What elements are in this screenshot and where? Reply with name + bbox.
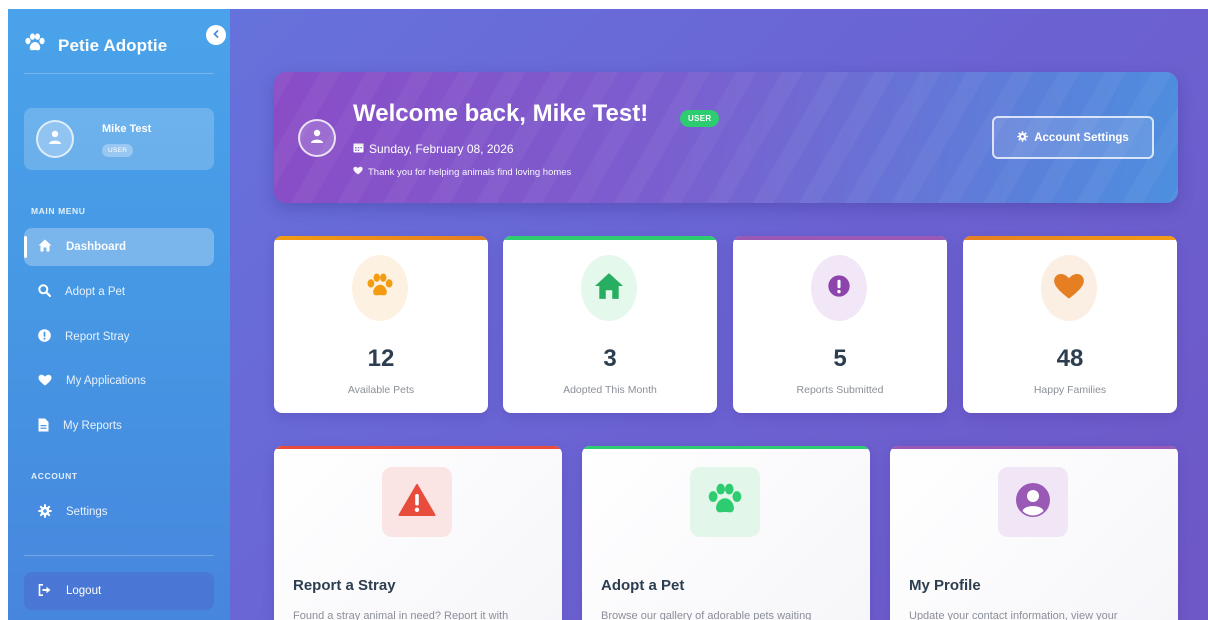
gear-icon [1017, 130, 1028, 145]
calendar-icon [353, 142, 364, 156]
account-settings-button[interactable]: Account Settings [992, 116, 1154, 159]
paw-icon [706, 483, 744, 522]
sidebar-item-my-reports[interactable]: My Reports [24, 407, 214, 445]
divider [24, 555, 214, 556]
paw-icon [365, 273, 395, 304]
card-accent-bar [582, 446, 870, 449]
stat-card-available-pets[interactable]: 12 Available Pets [274, 236, 488, 413]
logout-button[interactable]: Logout [24, 572, 214, 610]
sidebar-item-label: Dashboard [66, 241, 127, 253]
search-icon [38, 284, 52, 300]
logout-label: Logout [66, 585, 102, 597]
action-title: Report a Stray [293, 577, 396, 594]
action-title: Adopt a Pet [601, 577, 685, 594]
sidebar-item-my-applications[interactable]: My Applications [24, 362, 214, 400]
warning-icon [398, 483, 436, 522]
stat-icon-badge [352, 255, 408, 321]
sidebar-item-report-stray[interactable]: Report Stray [24, 318, 214, 356]
action-card-report-stray[interactable]: Report a Stray Found a stray animal in n… [274, 446, 562, 620]
gear-icon [38, 503, 52, 521]
exclamation-icon [828, 274, 850, 302]
card-accent-bar [274, 236, 488, 240]
card-accent-bar [503, 236, 717, 240]
brand-name: Petie Adoptie [58, 35, 168, 55]
stat-card-happy-families[interactable]: 48 Happy Families [963, 236, 1177, 413]
paw-icon [24, 33, 46, 58]
action-icon-badge [998, 467, 1068, 537]
action-icon-badge [382, 467, 452, 537]
stat-label: Adopted This Month [563, 384, 657, 396]
current-date: Sunday, February 08, 2026 [353, 142, 514, 156]
user-card[interactable]: Mike Test USER [24, 108, 214, 170]
action-card-adopt-a-pet[interactable]: Adopt a Pet Browse our gallery of adorab… [582, 446, 870, 620]
stat-label: Available Pets [347, 384, 415, 396]
divider [24, 73, 214, 74]
heart-icon [1053, 272, 1085, 305]
sidebar-item-label: My Reports [63, 420, 122, 432]
stat-value: 5 [833, 345, 847, 372]
role-badge: USER [680, 110, 720, 127]
welcome-banner: Welcome back, Mike Test! USER Sunday, Fe… [274, 72, 1178, 203]
home-icon [38, 239, 52, 255]
date-text: Sunday, February 08, 2026 [369, 142, 514, 156]
main-menu-label: MAIN MENU [31, 206, 86, 216]
stat-card-adopted-this-month[interactable]: 3 Adopted This Month [503, 236, 717, 413]
sidebar-item-dashboard[interactable]: Dashboard [24, 228, 214, 266]
brand[interactable]: Petie Adoptie [24, 33, 167, 58]
sign-out-icon [38, 583, 52, 599]
action-icon-badge [690, 467, 760, 537]
avatar [36, 120, 74, 158]
user-circle-icon [1015, 482, 1051, 523]
stat-value: 12 [367, 345, 395, 372]
sidebar: Petie Adoptie Mike Test USER MAIN MENU D… [8, 9, 230, 620]
stat-icon-badge [581, 255, 637, 321]
stat-value: 48 [1056, 345, 1084, 372]
welcome-note: Thank you for helping animals find lovin… [353, 166, 571, 178]
document-icon [38, 418, 49, 435]
sidebar-collapse-button[interactable] [206, 25, 226, 45]
action-title: My Profile [909, 577, 981, 594]
stat-label: Reports Submitted [796, 384, 884, 396]
action-description: Found a stray animal in need? Report it … [293, 610, 509, 620]
card-accent-bar [274, 446, 562, 449]
sidebar-item-label: Settings [66, 506, 108, 518]
sidebar-item-label: Adopt a Pet [65, 286, 126, 298]
account-label: ACCOUNT [31, 471, 78, 481]
stat-card-reports-submitted[interactable]: 5 Reports Submitted [733, 236, 947, 413]
action-description: Update your contact information, view yo… [909, 610, 1118, 620]
user-role-badge: USER [102, 144, 134, 157]
user-icon [309, 128, 325, 149]
stat-value: 3 [603, 345, 617, 372]
card-accent-bar [733, 236, 947, 240]
chevron-left-icon [211, 26, 221, 44]
sidebar-item-adopt-a-pet[interactable]: Adopt a Pet [24, 273, 214, 311]
stat-icon-badge [811, 255, 867, 321]
stat-label: Happy Families [1033, 384, 1107, 396]
page-title: Welcome back, Mike Test! [353, 100, 649, 127]
sidebar-item-settings[interactable]: Settings [24, 493, 214, 531]
user-name: Mike Test [102, 123, 152, 135]
note-text: Thank you for helping animals find lovin… [368, 166, 572, 178]
account-settings-label: Account Settings [1034, 131, 1129, 144]
card-accent-bar [890, 446, 1178, 449]
app-frame: Petie Adoptie Mike Test USER MAIN MENU D… [8, 9, 1208, 620]
home-icon [593, 272, 625, 305]
card-accent-bar [963, 236, 1177, 240]
user-icon [47, 129, 63, 150]
heart-icon [38, 374, 52, 389]
avatar [298, 119, 336, 157]
sidebar-item-label: My Applications [66, 375, 146, 387]
exclamation-icon [38, 329, 51, 345]
heart-icon [353, 166, 363, 178]
sidebar-item-label: Report Stray [65, 331, 130, 343]
action-card-my-profile[interactable]: My Profile Update your contact informati… [890, 446, 1178, 620]
stat-icon-badge [1041, 255, 1097, 321]
action-description: Browse our gallery of adorable pets wait… [601, 610, 812, 620]
